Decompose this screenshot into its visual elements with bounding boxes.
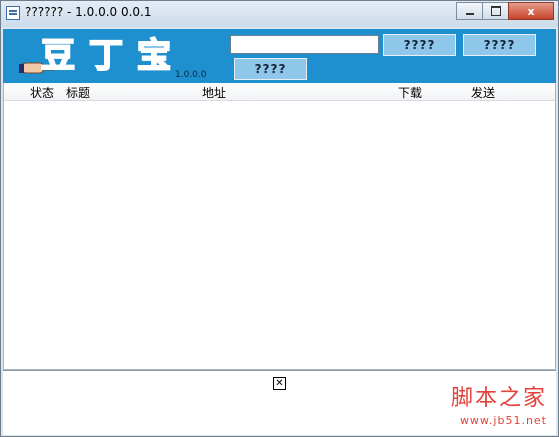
maximize-button[interactable] [482,2,509,20]
maximize-icon [490,6,501,16]
header-button-2[interactable]: ???? [463,34,536,56]
column-address[interactable]: 地址 [202,84,226,101]
logo-version: 1.0.0.0 [175,70,207,80]
column-title[interactable]: 标题 [66,84,90,101]
column-download[interactable]: 下载 [398,84,422,101]
url-input[interactable] [230,35,379,54]
close-box-icon[interactable]: ✕ [273,377,286,390]
header-button-1[interactable]: ???? [383,34,456,56]
close-icon: x [527,4,535,18]
app-icon [6,6,20,20]
logo-title: 豆丁宝 [40,35,185,77]
close-button[interactable]: x [508,2,554,20]
watermark-url: www.jb51.net [459,414,547,427]
minimize-icon [465,13,474,15]
app-window: ?????? - 1.0.0.0 0.0.1 x 豆丁宝 1.0.0.0 ???… [0,0,559,437]
header-banner: 豆丁宝 1.0.0.0 ???? ???? ???? [3,29,556,83]
minimize-button[interactable] [456,2,483,20]
window-controls: x [456,2,554,20]
watermark: 脚本之家 www.jb51.net [450,386,547,428]
watermark-text: 脚本之家 [450,386,547,411]
window-title: ?????? - 1.0.0.0 0.0.1 [25,5,152,19]
download-list[interactable]: 状态 标题 地址 下载 发送 [3,83,556,370]
column-send[interactable]: 发送 [471,84,495,101]
list-header: 状态 标题 地址 下载 发送 [4,83,555,101]
column-status[interactable]: 状态 [30,84,54,101]
header-button-3[interactable]: ???? [234,58,307,80]
title-bar[interactable]: ?????? - 1.0.0.0 0.0.1 x [1,1,558,27]
